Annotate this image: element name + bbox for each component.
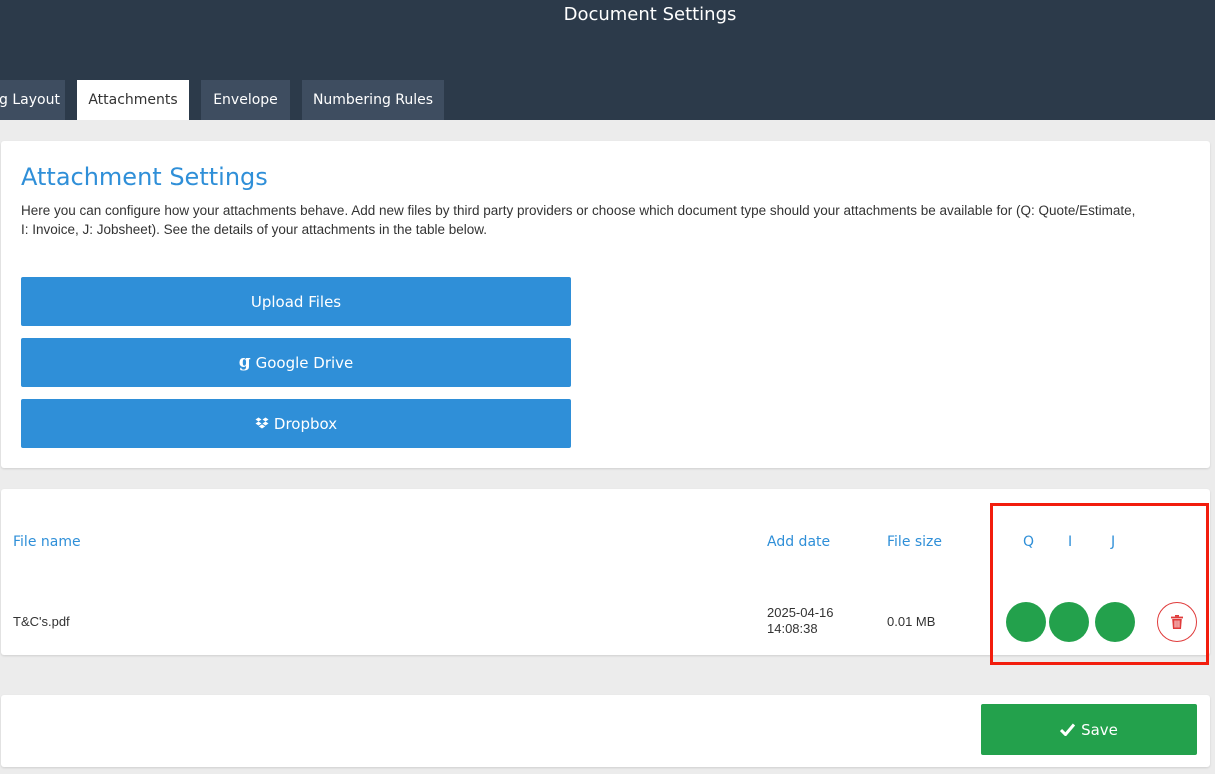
save-button[interactable]: Save: [981, 704, 1197, 755]
tab-attachments[interactable]: Attachments: [77, 80, 189, 120]
add-date-cell: 2025-04-16 14:08:38: [767, 605, 834, 637]
column-header-i: I: [1068, 534, 1073, 550]
attachments-table: File name Add date File size Q I J T&C's…: [1, 489, 1210, 655]
header-bar: Document Settings g Layout Attachments E…: [0, 0, 1215, 120]
trash-icon: [1171, 615, 1183, 629]
dropbox-icon: [255, 417, 269, 429]
google-drive-button[interactable]: g Google Drive: [21, 338, 571, 387]
upload-files-button[interactable]: Upload Files: [21, 277, 571, 326]
google-drive-label: Google Drive: [255, 353, 354, 372]
column-header-file-size[interactable]: File size: [887, 534, 942, 550]
attachment-settings-panel: Attachment Settings Here you can configu…: [1, 141, 1210, 468]
google-g-icon: g: [238, 352, 251, 372]
save-label: Save: [1081, 720, 1118, 739]
section-title: Attachment Settings: [21, 163, 268, 191]
dropbox-label: Dropbox: [273, 414, 338, 433]
column-header-file-name[interactable]: File name: [13, 534, 81, 550]
tab-envelope[interactable]: Envelope: [201, 80, 290, 120]
add-date-time: 14:08:38: [767, 621, 818, 636]
section-description: Here you can configure how your attachme…: [21, 203, 1136, 237]
file-size-cell: 0.01 MB: [887, 614, 936, 629]
page-title: Document Settings: [563, 4, 737, 25]
delete-attachment-button[interactable]: [1157, 602, 1197, 642]
tab-layout[interactable]: g Layout: [0, 80, 65, 120]
tab-numbering-rules[interactable]: Numbering Rules: [302, 80, 444, 120]
file-name-cell: T&C's.pdf: [13, 614, 70, 629]
invoice-toggle[interactable]: [1049, 602, 1089, 642]
jobsheet-toggle[interactable]: [1095, 602, 1135, 642]
dropbox-button[interactable]: Dropbox: [21, 399, 571, 448]
save-bar: Save: [1, 695, 1210, 767]
add-date-day: 2025-04-16: [767, 605, 834, 620]
column-header-q: Q: [1023, 534, 1035, 550]
column-header-add-date[interactable]: Add date: [767, 534, 830, 550]
column-header-j: J: [1111, 534, 1116, 550]
quote-toggle[interactable]: [1006, 602, 1046, 642]
upload-files-label: Upload Files: [250, 292, 342, 311]
checkmark-icon: [1060, 723, 1076, 736]
